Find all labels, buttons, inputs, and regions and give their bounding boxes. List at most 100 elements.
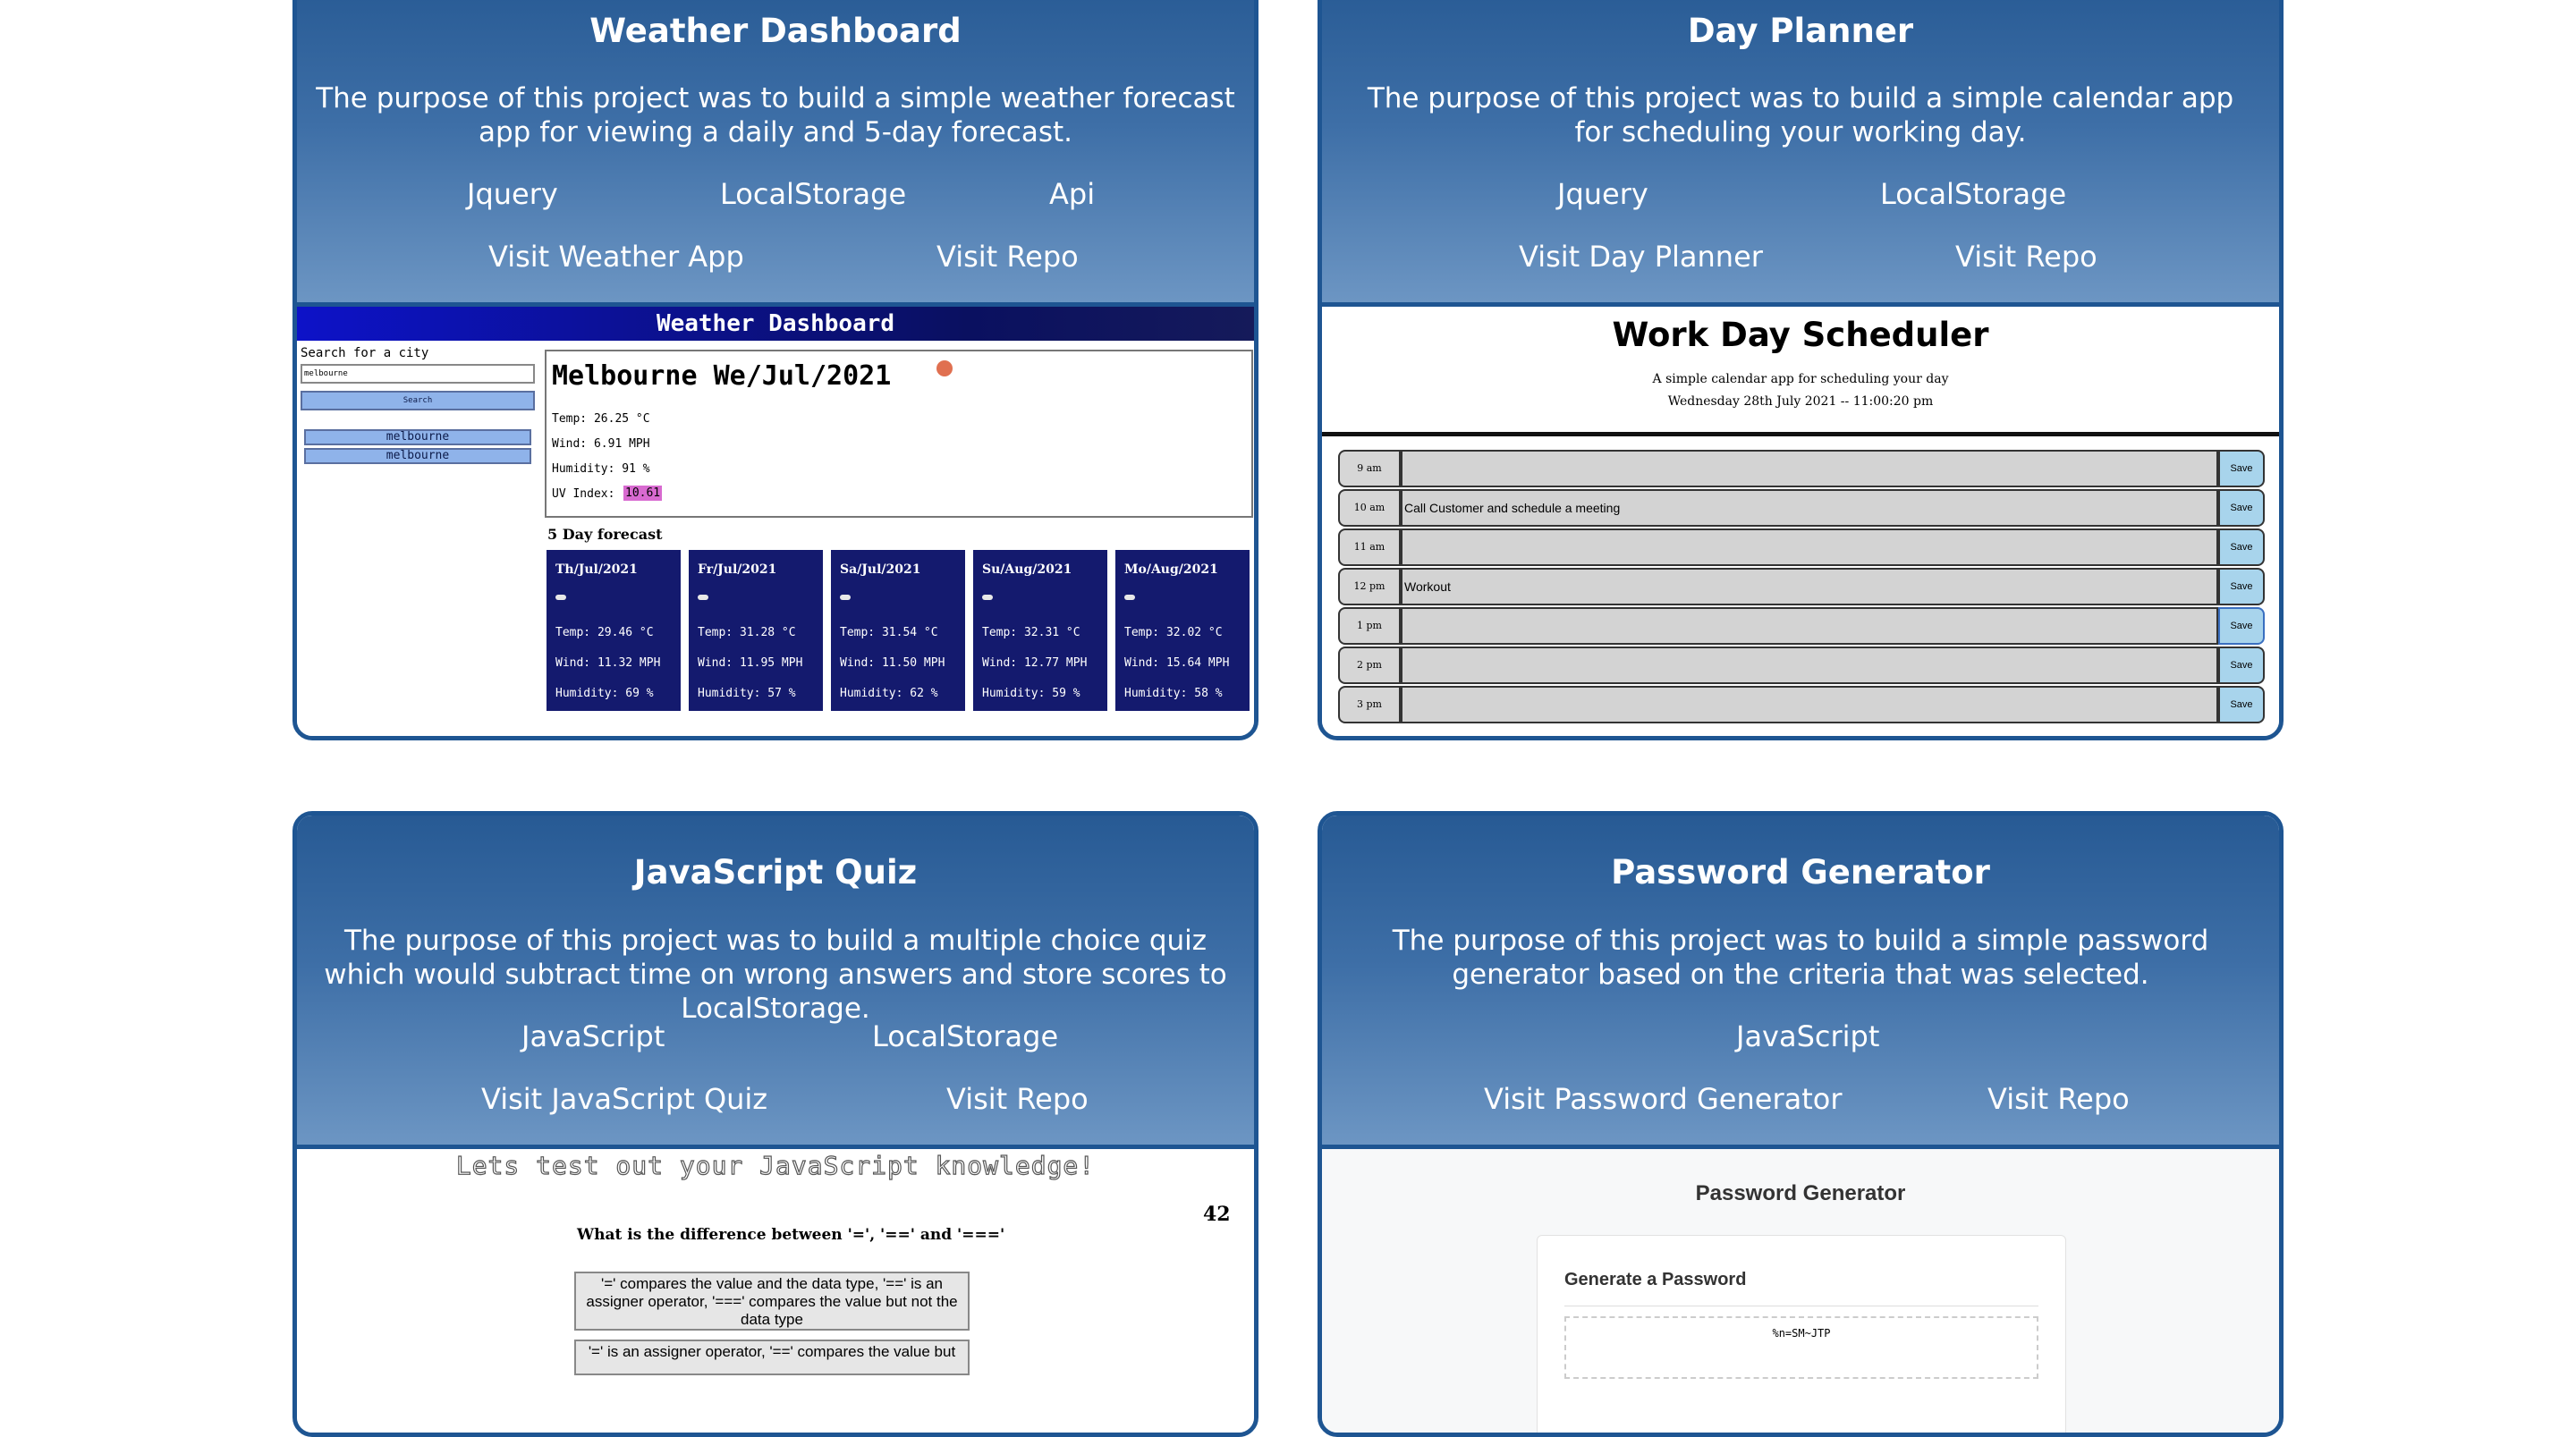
save-button[interactable]: Save [2218,489,2265,527]
hour-label: 12 pm [1338,568,1401,605]
uv-index-badge: 10.61 [623,486,663,501]
visit-repo-link[interactable]: Visit Repo [946,1082,1089,1116]
forecast-card: Sa/Jul/2021 Temp: 31.54 °C Wind: 11.50 M… [831,550,965,711]
project-card-password-generator: Password Generator The purpose of this p… [1318,811,2284,1437]
event-input[interactable] [1401,607,2218,645]
hour-label: 10 am [1338,489,1401,527]
search-button[interactable]: Search [301,391,535,410]
forecast-wind: Wind: 11.95 MPH [698,656,803,670]
current-wind: Wind: 6.91 MPH [552,437,650,451]
forecast-temp: Temp: 31.54 °C [840,626,938,639]
project-card-day-planner: Day Planner The purpose of this project … [1318,0,2284,740]
save-button[interactable]: Save [2218,686,2265,723]
visit-app-link[interactable]: Visit JavaScript Quiz [481,1082,767,1116]
project-screenshot: Work Day Scheduler A simple calendar app… [1322,302,2279,736]
forecast-wind: Wind: 11.32 MPH [555,656,661,670]
history-item[interactable]: melbourne [304,448,531,464]
generator-card: Generate a Password %n=SM~JTP [1537,1235,2066,1433]
project-title: Day Planner [1687,12,1914,50]
cloud-icon [840,595,851,600]
card-header: Weather Dashboard The purpose of this pr… [297,0,1254,309]
forecast-humidity: Humidity: 57 % [698,687,796,700]
password-output[interactable]: %n=SM~JTP [1564,1316,2038,1379]
time-block-row: 3 pm Save [1338,686,2268,723]
history-item[interactable]: melbourne [304,429,531,445]
project-screenshot: Lets test out your JavaScript knowledge!… [297,1145,1254,1433]
cloud-icon [698,595,708,600]
cloud-icon [982,595,993,600]
tech-badge: LocalStorage [720,177,907,211]
project-screenshot: Password Generator Generate a Password %… [1322,1145,2279,1433]
project-screenshot: Weather Dashboard Search for a city melb… [297,302,1254,736]
answer-option[interactable]: '=' is an assigner operator, '==' compar… [574,1340,970,1375]
save-button[interactable]: Save [2218,607,2265,645]
card-header: Day Planner The purpose of this project … [1322,0,2279,309]
current-temp: Temp: 26.25 °C [552,412,650,426]
tech-badge: JavaScript [1736,1019,1880,1053]
visit-app-link[interactable]: Visit Weather App [488,240,744,274]
visit-repo-link[interactable]: Visit Repo [1987,1082,2130,1116]
time-block-row: 9 am Save [1338,450,2268,487]
forecast-wind: Wind: 11.50 MPH [840,656,945,670]
weather-icon [936,360,953,376]
project-description: The purpose of this project was to build… [1392,925,2209,991]
forecast-humidity: Humidity: 69 % [555,687,654,700]
event-input[interactable]: Workout [1401,568,2218,605]
visit-repo-link[interactable]: Visit Repo [1955,240,2097,274]
app-subtitle: A simple calendar app for scheduling you… [1652,372,1949,386]
event-input[interactable] [1401,686,2218,723]
cloud-icon [555,595,566,600]
visit-app-link[interactable]: Visit Day Planner [1519,240,1763,274]
search-label: Search for a city [301,346,429,360]
tech-badge: Api [1049,177,1096,211]
tech-badge: LocalStorage [1880,177,2067,211]
forecast-card: Th/Jul/2021 Temp: 29.46 °C Wind: 11.32 M… [547,550,681,711]
divider [1322,432,2279,436]
forecast-temp: Temp: 32.31 °C [982,626,1080,639]
hour-label: 2 pm [1338,647,1401,684]
hour-label: 1 pm [1338,607,1401,645]
save-button[interactable]: Save [2218,528,2265,566]
forecast-title: 5 Day forecast [547,526,663,543]
current-weather-panel: Melbourne We/Jul/2021 Temp: 26.25 °C Win… [545,350,1253,518]
forecast-wind: Wind: 15.64 MPH [1124,656,1230,670]
event-input[interactable] [1401,528,2218,566]
visit-repo-link[interactable]: Visit Repo [936,240,1079,274]
visit-app-link[interactable]: Visit Password Generator [1484,1082,1843,1116]
uv-index-label: UV Index: [552,487,615,501]
time-block-row: 10 am Call Customer and schedule a meeti… [1338,489,2268,527]
project-title: JavaScript Quiz [633,853,918,892]
tech-badge: Jquery [467,177,558,211]
forecast-wind: Wind: 12.77 MPH [982,656,1088,670]
event-input[interactable] [1401,450,2218,487]
current-date: Wednesday 28th July 2021 -- 11:00:20 pm [1667,394,1934,409]
forecast-date: Fr/Jul/2021 [698,562,777,577]
time-block-row: 11 am Save [1338,528,2268,566]
project-description: The purpose of this project was to build… [316,82,1235,148]
event-input[interactable]: Call Customer and schedule a meeting [1401,489,2218,527]
event-input[interactable] [1401,647,2218,684]
project-title: Password Generator [1611,853,1990,892]
save-button[interactable]: Save [2218,450,2265,487]
card-header: JavaScript Quiz The purpose of this proj… [297,816,1254,1151]
forecast-card: Mo/Aug/2021 Temp: 32.02 °C Wind: 15.64 M… [1115,550,1250,711]
card-title: Generate a Password [1564,1270,1747,1289]
tech-badge: JavaScript [521,1019,665,1053]
answer-option[interactable]: '=' compares the value and the data type… [574,1272,970,1331]
hour-label: 11 am [1338,528,1401,566]
search-input[interactable]: melbourne [301,364,535,384]
save-button[interactable]: Save [2218,647,2265,684]
project-title: Weather Dashboard [589,12,962,50]
forecast-date: Th/Jul/2021 [555,562,638,577]
save-button[interactable]: Save [2218,568,2265,605]
forecast-temp: Temp: 31.28 °C [698,626,796,639]
forecast-temp: Temp: 32.02 °C [1124,626,1223,639]
hour-label: 3 pm [1338,686,1401,723]
card-header: Password Generator The purpose of this p… [1322,816,2279,1151]
time-block-row: 2 pm Save [1338,647,2268,684]
tech-badge: Jquery [1557,177,1648,211]
forecast-date: Su/Aug/2021 [982,562,1072,577]
city-date: Melbourne We/Jul/2021 [552,360,892,392]
time-block-row: 12 pm Workout Save [1338,568,2268,605]
app-title: Password Generator [1695,1181,1906,1205]
